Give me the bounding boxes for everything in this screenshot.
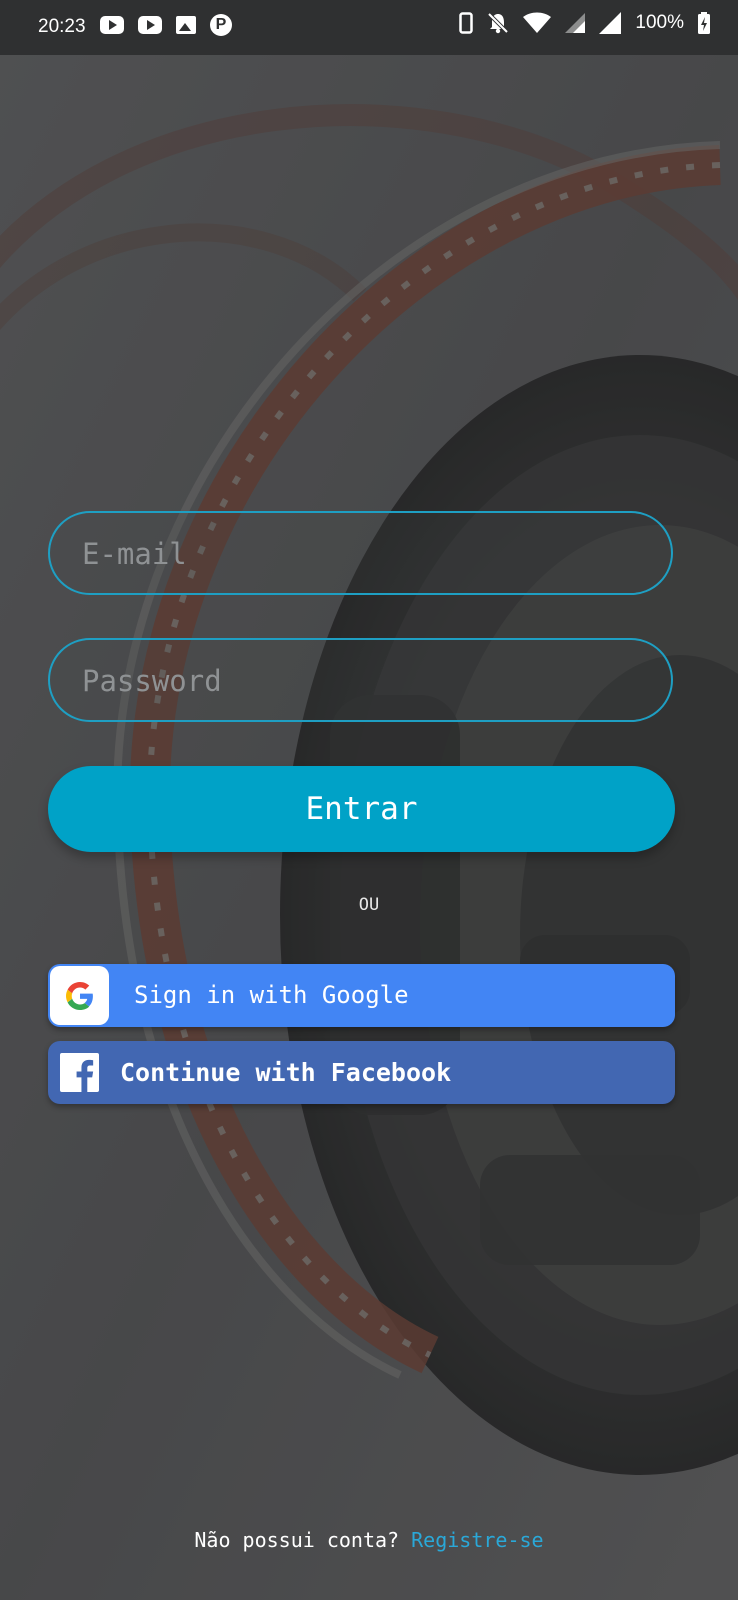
google-logo-icon: [50, 966, 109, 1025]
register-link[interactable]: Registre-se: [411, 1528, 543, 1552]
status-bar: 20:23 P 100%: [0, 0, 738, 55]
register-prompt: Não possui conta? Registre-se: [0, 1528, 738, 1552]
notification-icons: P: [100, 14, 232, 36]
google-sign-in-button[interactable]: Sign in with Google: [48, 964, 675, 1027]
image-icon: [176, 16, 196, 34]
facebook-sign-in-button[interactable]: Continue with Facebook: [48, 1041, 675, 1104]
or-separator: OU: [358, 895, 380, 915]
email-field[interactable]: [48, 511, 673, 595]
wifi-icon: [523, 12, 552, 33]
google-button-label: Sign in with Google: [134, 981, 409, 1009]
register-prompt-text: Não possui conta?: [194, 1528, 400, 1552]
login-button[interactable]: Entrar: [48, 766, 675, 852]
notifications-off-icon: [487, 12, 509, 34]
email-input[interactable]: [80, 513, 644, 595]
password-field[interactable]: [48, 638, 673, 722]
system-icons: 100%: [459, 12, 710, 34]
facebook-logo-icon: [60, 1053, 99, 1092]
status-time: 20:23: [38, 16, 86, 37]
signal-icon: [565, 13, 586, 33]
vibrate-icon: [459, 12, 474, 34]
password-input[interactable]: [80, 640, 644, 722]
youtube-icon: [100, 16, 124, 34]
p-icon: P: [210, 14, 232, 36]
battery-charging-icon: [698, 12, 710, 34]
signal-icon: [599, 12, 622, 34]
youtube-icon: [138, 16, 162, 34]
facebook-button-label: Continue with Facebook: [120, 1058, 452, 1087]
battery-level: 100%: [635, 12, 684, 33]
